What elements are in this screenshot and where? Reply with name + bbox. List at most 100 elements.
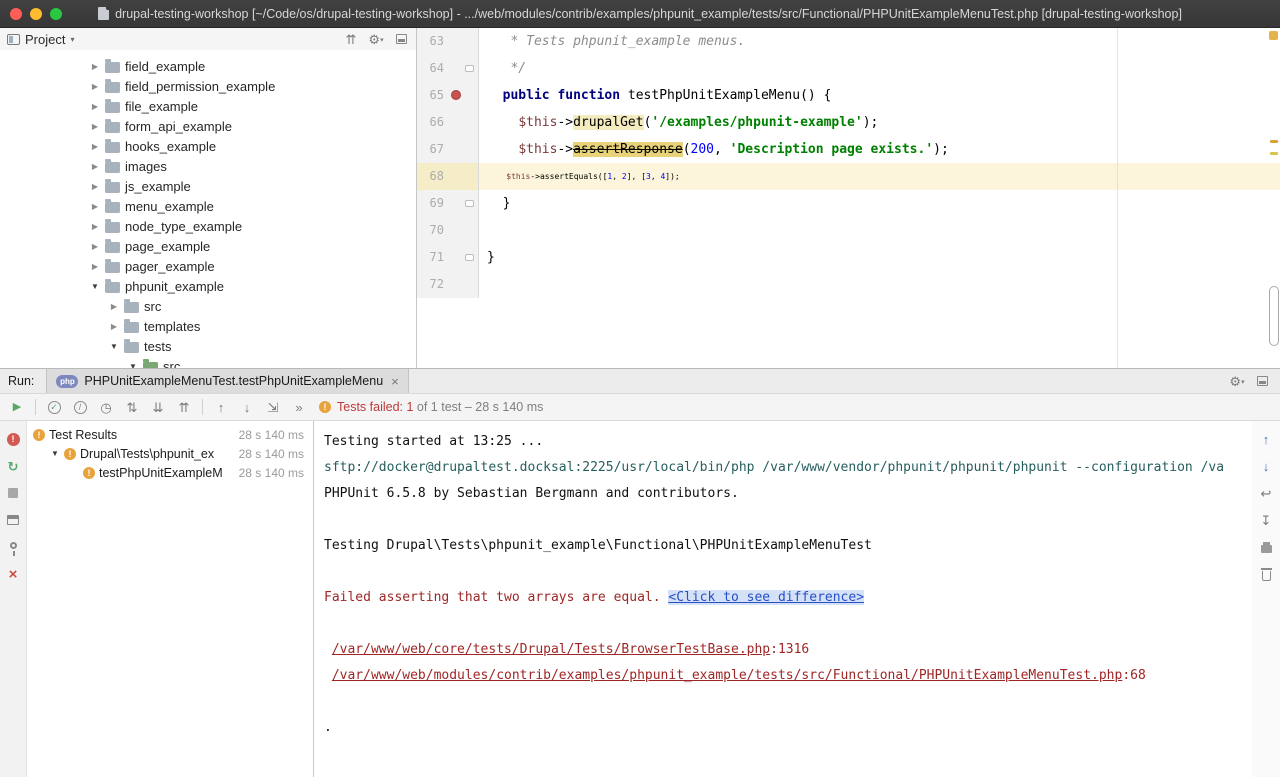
collapse-all-icon[interactable]: ⇈ — [343, 31, 359, 47]
chevron-right-icon[interactable]: ▶ — [90, 82, 100, 91]
tree-item-label: page_example — [125, 239, 210, 254]
chevron-right-icon[interactable]: ▶ — [90, 202, 100, 211]
chevron-down-icon[interactable]: ▼ — [128, 362, 138, 369]
toggle-auto-test-icon[interactable]: ↻ — [5, 458, 21, 474]
chevron-right-icon[interactable]: ▶ — [90, 262, 100, 271]
restore-layout-icon[interactable] — [5, 512, 21, 528]
tree-item-src[interactable]: ▶src — [0, 296, 416, 316]
chevron-right-icon[interactable]: ▶ — [90, 142, 100, 151]
console-line: Failed asserting that two arrays are equ… — [324, 585, 1252, 611]
tree-item-node_type_example[interactable]: ▶node_type_example — [0, 216, 416, 236]
chevron-right-icon[interactable]: ▶ — [90, 162, 100, 171]
gutter-cell — [449, 28, 479, 55]
gear-icon[interactable]: ⚙▾ — [1229, 373, 1245, 389]
zoom-button[interactable] — [50, 8, 62, 20]
print-icon[interactable] — [1258, 539, 1274, 555]
tree-item-menu_example[interactable]: ▶menu_example — [0, 196, 416, 216]
next-failed-test-icon[interactable]: ↓ — [239, 399, 255, 415]
import-test-results-icon[interactable]: ⇲ — [265, 399, 281, 415]
editor-line-67[interactable]: 67 $this->assertResponse(200, 'Descripti… — [417, 136, 1280, 163]
rerun-failed-tests-icon[interactable]: ! — [5, 431, 21, 447]
tree-item-field_permission_example[interactable]: ▶field_permission_example — [0, 76, 416, 96]
hide-panel-icon[interactable] — [1254, 373, 1270, 389]
editor-line-71[interactable]: 71} — [417, 244, 1280, 271]
editor-line-63[interactable]: 63 * Tests phpunit_example menus. — [417, 28, 1280, 55]
chevron-down-icon[interactable]: ▼ — [90, 282, 100, 291]
tree-item-phpunit_example[interactable]: ▼phpunit_example — [0, 276, 416, 296]
rerun-tests-icon[interactable]: ▶ — [9, 399, 25, 415]
expand-all-icon[interactable]: ⇊ — [150, 399, 166, 415]
console-output[interactable]: Testing started at 13:25 ...sftp://docke… — [314, 421, 1252, 777]
tree-item-page_example[interactable]: ▶ page_example — [0, 236, 416, 256]
tree-item-file_example[interactable]: ▶file_example — [0, 96, 416, 116]
project-tree[interactable]: ▶field_example▶field_permission_example▶… — [0, 50, 416, 368]
previous-failed-test-icon[interactable]: ↑ — [213, 399, 229, 415]
editor-scrollbar[interactable] — [1266, 28, 1280, 368]
scroll-to-end-icon[interactable]: ↧ — [1258, 512, 1274, 528]
chevron-right-icon[interactable]: ▶ — [90, 182, 100, 191]
close-tab-icon[interactable]: × — [391, 375, 399, 388]
soft-wrap-icon[interactable]: ↩ — [1258, 485, 1274, 501]
stacktrace-file-link[interactable]: /var/www/web/core/tests/Drupal/Tests/Bro… — [332, 642, 770, 657]
editor-line-64[interactable]: 64 */ — [417, 55, 1280, 82]
editor-line-68[interactable]: 68 $this->assertEquals([1, 2], [3, 4]); — [417, 163, 1280, 190]
test-tree[interactable]: Test Results28 s 140 ms▼Drupal\Tests\php… — [27, 421, 313, 777]
tree-item-pager_example[interactable]: ▶pager_example — [0, 256, 416, 276]
test-tree-row[interactable]: testPhpUnitExampleM28 s 140 ms — [27, 463, 313, 482]
chevron-down-icon[interactable]: ▼ — [50, 449, 60, 458]
chevron-down-icon[interactable]: ▾ — [70, 35, 74, 44]
fold-icon[interactable] — [465, 254, 474, 261]
run-test-failed-icon[interactable] — [451, 90, 461, 100]
tree-item-field_example[interactable]: ▶field_example — [0, 56, 416, 76]
editor-line-70[interactable]: 70 — [417, 217, 1280, 244]
sort-alphabetically-icon[interactable]: ⇅ — [124, 399, 140, 415]
sort-by-duration-icon[interactable]: ◷ — [98, 399, 114, 415]
minimize-button[interactable] — [30, 8, 42, 20]
test-tree-row[interactable]: Test Results28 s 140 ms — [27, 425, 313, 444]
stacktrace-file-link[interactable]: /var/www/web/modules/contrib/examples/ph… — [332, 668, 1123, 683]
warning-stripe-mark[interactable] — [1270, 140, 1278, 143]
editor-line-65[interactable]: 65 public function testPhpUnitExampleMen… — [417, 82, 1280, 109]
editor-line-69[interactable]: 69 } — [417, 190, 1280, 217]
more-icon[interactable]: » — [291, 399, 307, 415]
inspection-indicator[interactable] — [1269, 31, 1278, 40]
see-difference-link[interactable]: <Click to see difference> — [668, 590, 864, 605]
editor-line-66[interactable]: 66 $this->drupalGet('/examples/phpunit-e… — [417, 109, 1280, 136]
fold-icon[interactable] — [465, 65, 474, 72]
fold-icon[interactable] — [465, 200, 474, 207]
show-ignored-icon[interactable]: / — [72, 399, 88, 415]
tree-item-templates[interactable]: ▶templates — [0, 316, 416, 336]
chevron-right-icon[interactable]: ▶ — [90, 222, 100, 231]
chevron-right-icon[interactable]: ▶ — [90, 122, 100, 131]
tree-item-images[interactable]: ▶images — [0, 156, 416, 176]
collapse-all-icon[interactable]: ⇈ — [176, 399, 192, 415]
close-icon[interactable]: × — [5, 566, 21, 582]
tree-item-tests[interactable]: ▼tests — [0, 336, 416, 356]
tree-item-js_example[interactable]: ▶js_example — [0, 176, 416, 196]
chevron-right-icon[interactable]: ▶ — [90, 102, 100, 111]
hide-panel-icon[interactable] — [393, 31, 409, 47]
show-passed-icon[interactable]: ✓ — [46, 399, 62, 415]
tree-item-hooks_example[interactable]: ▶hooks_example — [0, 136, 416, 156]
tree-item-form_api_example[interactable]: ▶form_api_example — [0, 116, 416, 136]
warning-stripe-mark[interactable] — [1270, 152, 1278, 155]
chevron-right-icon[interactable]: ▶ — [109, 322, 119, 331]
gear-icon[interactable]: ⚙▾ — [368, 31, 384, 47]
chevron-down-icon[interactable]: ▼ — [109, 342, 119, 351]
down-stack-trace-icon[interactable]: ↓ — [1258, 458, 1274, 474]
scrollbar-thumb[interactable] — [1269, 286, 1279, 346]
editor-pane[interactable]: 63 * Tests phpunit_example menus.64 */65… — [417, 28, 1280, 368]
chevron-right-icon[interactable]: ▶ — [90, 242, 100, 251]
chevron-right-icon[interactable]: ▶ — [109, 302, 119, 311]
chevron-right-icon[interactable]: ▶ — [90, 62, 100, 71]
run-tab[interactable]: php PHPUnitExampleMenuTest.testPhpUnitEx… — [46, 369, 408, 393]
up-stack-trace-icon[interactable]: ↑ — [1258, 431, 1274, 447]
test-tree-row[interactable]: ▼Drupal\Tests\phpunit_ex28 s 140 ms — [27, 444, 313, 463]
pin-tab-icon[interactable] — [5, 539, 21, 555]
tree-item-src[interactable]: ▼src — [0, 356, 416, 368]
stop-icon[interactable] — [5, 485, 21, 501]
clear-all-icon[interactable] — [1258, 566, 1274, 582]
run-content: ! ↻ × Test Results28 s 140 ms▼Drupal\Tests… — [0, 421, 1280, 777]
editor-line-72[interactable]: 72 — [417, 271, 1280, 298]
close-button[interactable] — [10, 8, 22, 20]
